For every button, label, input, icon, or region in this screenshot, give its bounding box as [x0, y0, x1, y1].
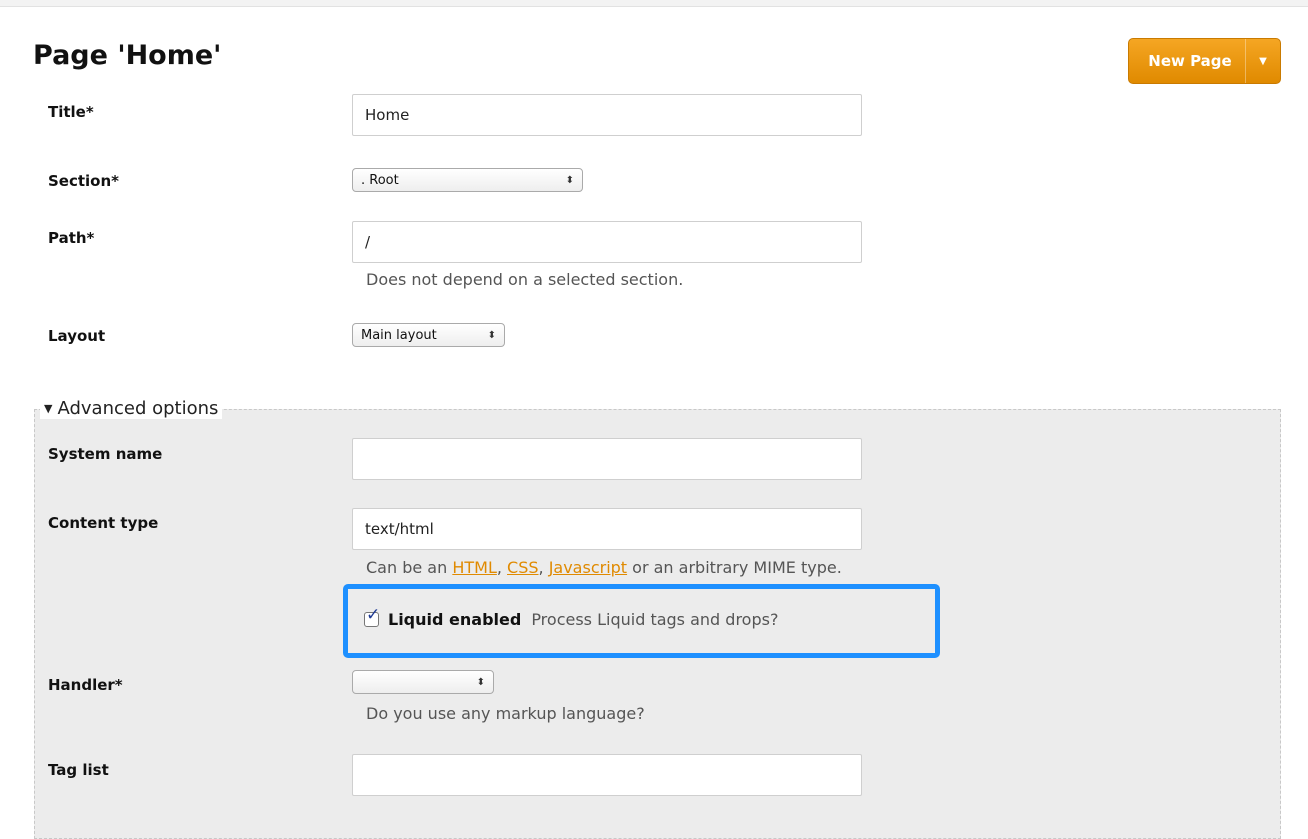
section-label: Section* — [48, 172, 120, 190]
handler-select[interactable]: ⬍ — [352, 670, 494, 694]
updown-arrows-icon: ⬍ — [565, 174, 574, 186]
handler-label: Handler* — [48, 676, 123, 694]
check-icon: ✓ — [366, 605, 381, 625]
content-type-hint: Can be an HTML, CSS, Javascript or an ar… — [366, 558, 842, 577]
title-label: Title* — [48, 103, 94, 121]
layout-select[interactable]: Main layout ⬍ — [352, 323, 505, 347]
path-label: Path* — [48, 229, 95, 247]
layout-select-value: Main layout — [361, 327, 437, 343]
new-page-button-group[interactable]: New Page ▼ — [1128, 38, 1281, 84]
liquid-enabled-label[interactable]: Liquid enabled — [388, 610, 521, 629]
system-name-label: System name — [48, 445, 163, 463]
path-input[interactable]: / — [352, 221, 862, 263]
tag-list-label: Tag list — [48, 761, 109, 779]
content-type-hint-suffix: or an arbitrary MIME type. — [627, 558, 842, 577]
triangle-down-icon: ▼ — [44, 402, 53, 415]
updown-arrows-icon: ⬍ — [487, 329, 496, 341]
html-link[interactable]: HTML — [452, 558, 497, 577]
tag-list-input[interactable] — [352, 754, 862, 796]
content-type-hint-prefix: Can be an — [366, 558, 453, 577]
content-type-input[interactable]: text/html — [352, 508, 862, 550]
section-select-value: . Root — [361, 172, 399, 188]
new-page-button[interactable]: New Page — [1129, 39, 1245, 83]
content-type-hint-sep1: , — [496, 558, 508, 577]
path-hint: Does not depend on a selected section. — [366, 270, 684, 289]
system-name-input[interactable] — [352, 438, 862, 480]
layout-label: Layout — [48, 327, 106, 345]
liquid-enabled-checkbox[interactable]: ✓ — [364, 607, 380, 627]
updown-arrows-icon: ⬍ — [476, 676, 485, 688]
section-select[interactable]: . Root ⬍ — [352, 168, 583, 192]
handler-hint: Do you use any markup language? — [366, 704, 645, 723]
content-type-label: Content type — [48, 514, 159, 532]
liquid-enabled-hint: Process Liquid tags and drops? — [531, 610, 779, 629]
advanced-options-label: Advanced options — [57, 398, 219, 419]
title-input[interactable]: Home — [352, 94, 862, 136]
css-link[interactable]: CSS — [507, 558, 538, 577]
page-title: Page 'Home' — [33, 40, 222, 71]
caret-down-icon[interactable]: ▼ — [1245, 39, 1280, 83]
javascript-link[interactable]: Javascript — [549, 558, 627, 577]
advanced-options-toggle[interactable]: ▼ Advanced options — [40, 398, 223, 419]
content-type-hint-sep2: , — [538, 558, 549, 577]
top-rule — [0, 0, 1308, 7]
liquid-enabled-row: ✓ Liquid enabled Process Liquid tags and… — [364, 607, 779, 629]
